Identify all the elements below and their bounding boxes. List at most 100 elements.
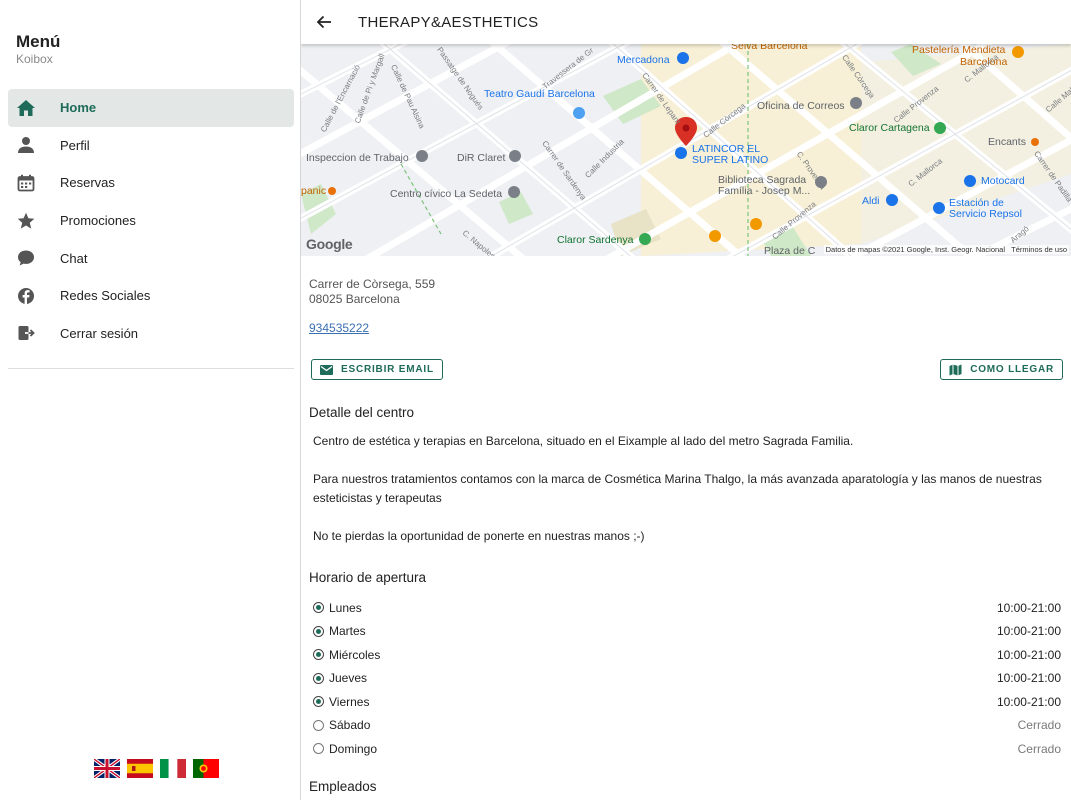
google-logo: Google xyxy=(306,236,353,252)
nav-item-home[interactable]: Home xyxy=(8,89,294,127)
hours-value: 10:00-21:00 xyxy=(996,671,1061,686)
opening-hours-list: Lunes 10:00-21:00 Martes 10:00-21:00 Mié… xyxy=(313,596,1061,761)
nav-divider xyxy=(8,368,294,369)
menu-title: Menú xyxy=(16,32,61,51)
nav-item-chat[interactable]: Chat xyxy=(8,239,294,277)
nav-item-label: Reservas xyxy=(60,175,115,191)
map-label: Encants xyxy=(988,136,1026,148)
closed-indicator-icon xyxy=(313,743,324,755)
nav-item-label: Redes Sociales xyxy=(60,288,151,304)
map-label: Oficina de Correos xyxy=(757,100,845,112)
hours-value: Cerrado xyxy=(1017,741,1061,756)
directions-button-label: COMO LLEGAR xyxy=(970,364,1054,375)
nav-item-label: Cerrar sesión xyxy=(60,325,139,341)
back-arrow-icon[interactable] xyxy=(314,12,334,32)
day-label: Miércoles xyxy=(329,647,381,662)
address-street: Carrer de Còrsega, 559 xyxy=(309,277,436,291)
address-block: Carrer de Còrsega, 559 08025 Barcelona xyxy=(309,277,435,306)
description-paragraph: No te pierdas la oportunidad de ponerte … xyxy=(313,529,645,543)
detail-heading: Detalle del centro xyxy=(309,405,415,420)
phone-link[interactable]: 934535222 xyxy=(309,321,369,335)
hours-row: Martes 10:00-21:00 xyxy=(313,620,1061,644)
directions-button[interactable]: COMO LLEGAR xyxy=(940,359,1063,380)
nav-item-redes-sociales[interactable]: Redes Sociales xyxy=(8,277,294,315)
email-button[interactable]: ESCRIBIR EMAIL xyxy=(311,359,443,380)
open-indicator-icon xyxy=(313,696,324,708)
nav-item-label: Promociones xyxy=(60,213,136,229)
map-icon xyxy=(949,364,962,376)
star-icon xyxy=(8,212,44,230)
closed-indicator-icon xyxy=(313,719,324,731)
hours-value: 10:00-21:00 xyxy=(996,694,1061,709)
day-label: Domingo xyxy=(329,741,378,756)
map-label: DiR Claret xyxy=(457,152,506,164)
menu-subtitle: Koibox xyxy=(16,52,53,66)
day-label: Martes xyxy=(329,624,366,639)
map-label: Teatro Gaudí Barcelona xyxy=(484,88,595,100)
description-paragraph: Centro de estética y terapias en Barcelo… xyxy=(313,434,854,448)
map-label: SUPER LATINO xyxy=(692,154,769,166)
flag-portugal-icon[interactable] xyxy=(193,759,219,778)
address-city: 08025 Barcelona xyxy=(309,291,400,306)
center-detail-page: THERAPY&AESTHETICS Mercadona Selva Barce… xyxy=(301,0,1071,800)
map-label: Mercadona xyxy=(617,54,670,66)
open-indicator-icon xyxy=(313,625,324,637)
navigation-drawer: Menú Koibox Home Perfil Reservas Promoci… xyxy=(0,0,301,800)
flag-uk-icon[interactable] xyxy=(94,759,120,778)
calendar-icon xyxy=(8,174,44,192)
open-indicator-icon xyxy=(313,649,324,661)
facebook-icon xyxy=(8,287,44,305)
hours-row: Miércoles 10:00-21:00 xyxy=(313,643,1061,667)
day-label: Viernes xyxy=(329,694,370,709)
person-icon xyxy=(8,136,44,154)
map-label: Claror Cartagena xyxy=(849,122,930,134)
hours-value: Cerrado xyxy=(1017,718,1061,733)
hours-row: Jueves 10:00-21:00 xyxy=(313,667,1061,691)
open-indicator-icon xyxy=(313,672,324,684)
hours-value: 10:00-21:00 xyxy=(996,600,1061,615)
employees-heading: Empleados xyxy=(309,779,377,794)
map-label: Plaza de C xyxy=(764,245,816,256)
map-canvas xyxy=(301,44,1071,256)
nav-item-perfil[interactable]: Perfil xyxy=(8,127,294,165)
day-label: Lunes xyxy=(329,600,362,615)
description-paragraph: Para nuestros tratamientos contamos con … xyxy=(313,472,1042,505)
flag-italy-icon[interactable] xyxy=(160,759,186,778)
open-indicator-icon xyxy=(313,602,324,614)
map-label: Família - Josep M... xyxy=(718,185,811,197)
map-label: Claror Sardenya xyxy=(557,234,634,246)
chat-icon xyxy=(8,249,44,267)
home-icon xyxy=(8,99,44,117)
location-map[interactable]: Mercadona Selva Barcelona Pastelería Men… xyxy=(301,44,1071,256)
hours-row: Lunes 10:00-21:00 xyxy=(313,596,1061,620)
hours-value: 10:00-21:00 xyxy=(996,647,1061,662)
map-label: Servicio Repsol xyxy=(949,208,1022,220)
day-label: Sábado xyxy=(329,718,371,733)
flag-spain-icon[interactable] xyxy=(127,759,153,778)
map-label: Motocard xyxy=(981,175,1025,187)
nav-item-label: Perfil xyxy=(60,137,90,153)
nav-item-label: Chat xyxy=(60,250,88,266)
map-label: panic xyxy=(301,185,327,197)
nav-item-label: Home xyxy=(60,100,97,116)
app-bar: THERAPY&AESTHETICS xyxy=(301,0,1071,44)
nav-list: Home Perfil Reservas Promociones Chat Re… xyxy=(8,89,294,352)
hours-row: Sábado Cerrado xyxy=(313,714,1061,738)
hours-row: Domingo Cerrado xyxy=(313,737,1061,761)
hours-heading: Horario de apertura xyxy=(309,570,427,585)
map-label: Aldi xyxy=(862,195,880,207)
map-attribution[interactable]: Datos de mapas ©2021 Google, Inst. Geogr… xyxy=(823,245,1069,254)
day-label: Jueves xyxy=(329,671,368,686)
hours-value: 10:00-21:00 xyxy=(996,624,1061,639)
map-label: Centro cívico La Sedeta xyxy=(390,188,503,200)
nav-item-reservas[interactable]: Reservas xyxy=(8,164,294,202)
email-icon xyxy=(320,364,333,375)
map-label: Selva Barcelona xyxy=(731,44,808,52)
nav-item-cerrar-sesion[interactable]: Cerrar sesión xyxy=(8,315,294,353)
language-selector xyxy=(94,759,219,778)
center-description: Centro de estética y terapias en Barcelo… xyxy=(313,432,1053,565)
logout-icon xyxy=(8,324,44,342)
hours-row: Viernes 10:00-21:00 xyxy=(313,690,1061,714)
nav-item-promociones[interactable]: Promociones xyxy=(8,202,294,240)
map-label: Inspeccion de Trabajo xyxy=(306,152,409,164)
